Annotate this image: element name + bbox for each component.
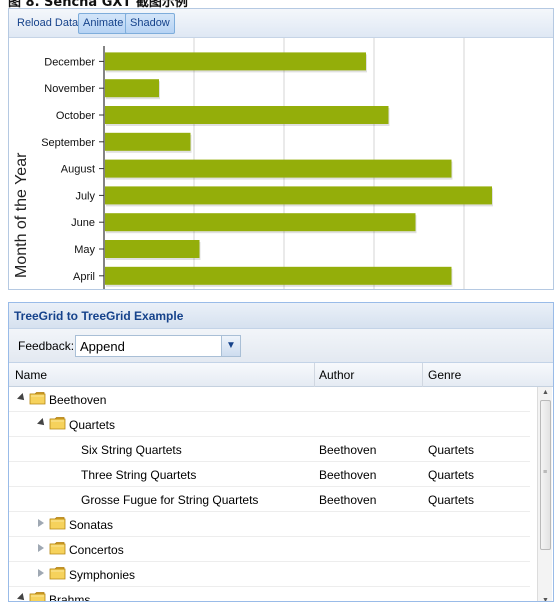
chart-toolbar: Reload Data Animate Shadow [9, 9, 553, 38]
tick-label-may: May [74, 244, 95, 256]
cell-name: Grosse Fugue for String Quartets [81, 493, 259, 507]
expand-arrow-icon[interactable] [38, 519, 44, 527]
cell-name: Three String Quartets [81, 468, 197, 482]
treegrid-panel: TreeGrid to TreeGrid Example Feedback: A… [8, 302, 554, 602]
bar-october [105, 106, 389, 124]
tick-label-november: November [44, 83, 95, 95]
scroll-down-arrow-icon[interactable]: ▼ [538, 595, 553, 601]
bar-chart: Month of the Year December November October… [13, 38, 553, 289]
cell-genre: Quartets [428, 493, 475, 507]
expand-arrow-icon[interactable] [38, 569, 44, 577]
cell-name: Concertos [69, 543, 124, 557]
column-header-author[interactable]: Author [319, 368, 354, 382]
folder-icon [49, 566, 66, 580]
vertical-scrollbar[interactable]: ▲ ≡ ▼ [537, 387, 553, 601]
tree-leaf-row[interactable]: Six String Quartets Beethoven Quartets [9, 437, 530, 462]
panel-title: TreeGrid to TreeGrid Example [9, 303, 553, 329]
bar-july [105, 186, 492, 205]
tree-folder-row[interactable]: Quartets [9, 412, 530, 437]
column-divider[interactable] [422, 363, 423, 387]
column-divider[interactable] [314, 363, 315, 387]
bar-april [105, 266, 452, 285]
bar-may [105, 240, 200, 258]
cell-name: Quartets [69, 418, 116, 432]
shadow-toggle-button[interactable]: Shadow [125, 13, 175, 34]
grip-icon: ≡ [543, 469, 548, 476]
tick-label-april: April [73, 271, 95, 283]
tree-folder-row[interactable]: Concertos [9, 537, 530, 562]
tick-label-september: September [41, 137, 95, 149]
collapse-arrow-icon[interactable] [17, 393, 27, 403]
animate-toggle-button[interactable]: Animate [78, 13, 129, 34]
feedback-combobox[interactable]: Append ▼ [75, 335, 241, 357]
cell-genre: Quartets [428, 468, 475, 482]
expand-arrow-icon[interactable] [38, 544, 44, 552]
cell-genre: Quartets [428, 443, 475, 457]
chart-panel: Reload Data Animate Shadow Month of the … [8, 8, 554, 290]
tick-label-october: October [56, 110, 95, 122]
bar-september [105, 132, 191, 151]
folder-icon [49, 416, 66, 430]
scrollbar-thumb[interactable]: ≡ [540, 400, 551, 550]
cell-author: Beethoven [319, 443, 377, 457]
grid-body: Brahms Symphonies Concertos Sonatas Grosse F… [9, 387, 553, 602]
cell-author: Beethoven [319, 468, 377, 482]
folder-icon [29, 391, 46, 405]
tree-folder-row[interactable]: Beethoven [9, 387, 530, 412]
folder-icon [29, 591, 46, 601]
folder-icon [49, 516, 66, 530]
tick-label-july: July [75, 190, 95, 202]
folder-icon [49, 541, 66, 555]
cell-name: Brahms [49, 593, 91, 602]
tree-folder-row[interactable]: Symphonies [9, 562, 530, 587]
chevron-down-icon[interactable]: ▼ [221, 336, 240, 356]
y-axis-title: Month of the Year [13, 152, 30, 278]
tree-leaf-row[interactable]: Three String Quartets Beethoven Quartets [9, 462, 530, 487]
column-header-name[interactable]: Name [15, 368, 47, 382]
tree-folder-row[interactable]: Sonatas [9, 512, 530, 537]
tick-label-december: December [44, 56, 95, 68]
scroll-up-arrow-icon[interactable]: ▲ [538, 387, 553, 399]
tree-leaf-row[interactable]: Grosse Fugue for String Quartets Beethove… [9, 487, 530, 512]
grid-header: Name Author Genre [9, 363, 553, 387]
collapse-arrow-icon[interactable] [37, 418, 47, 428]
bar-june [105, 213, 416, 232]
cell-name: Symphonies [69, 568, 136, 582]
tick-label-august: August [61, 164, 95, 176]
feedback-toolbar: Feedback: Append ▼ [9, 329, 553, 363]
cell-name: Beethoven [49, 393, 107, 407]
tick-label-june: June [71, 217, 95, 229]
reload-data-button[interactable]: Reload Data [12, 13, 83, 34]
bar-november [105, 79, 159, 98]
bar-december [105, 52, 366, 71]
cell-author: Beethoven [319, 493, 377, 507]
tree-folder-row[interactable]: Brahms [9, 587, 530, 602]
feedback-label: Feedback: [18, 339, 75, 353]
cell-name: Six String Quartets [81, 443, 182, 457]
cell-name: Sonatas [69, 518, 114, 532]
column-header-genre[interactable]: Genre [428, 368, 461, 382]
feedback-value: Append [80, 339, 125, 354]
bar-august [105, 159, 452, 178]
collapse-arrow-icon[interactable] [17, 593, 27, 601]
